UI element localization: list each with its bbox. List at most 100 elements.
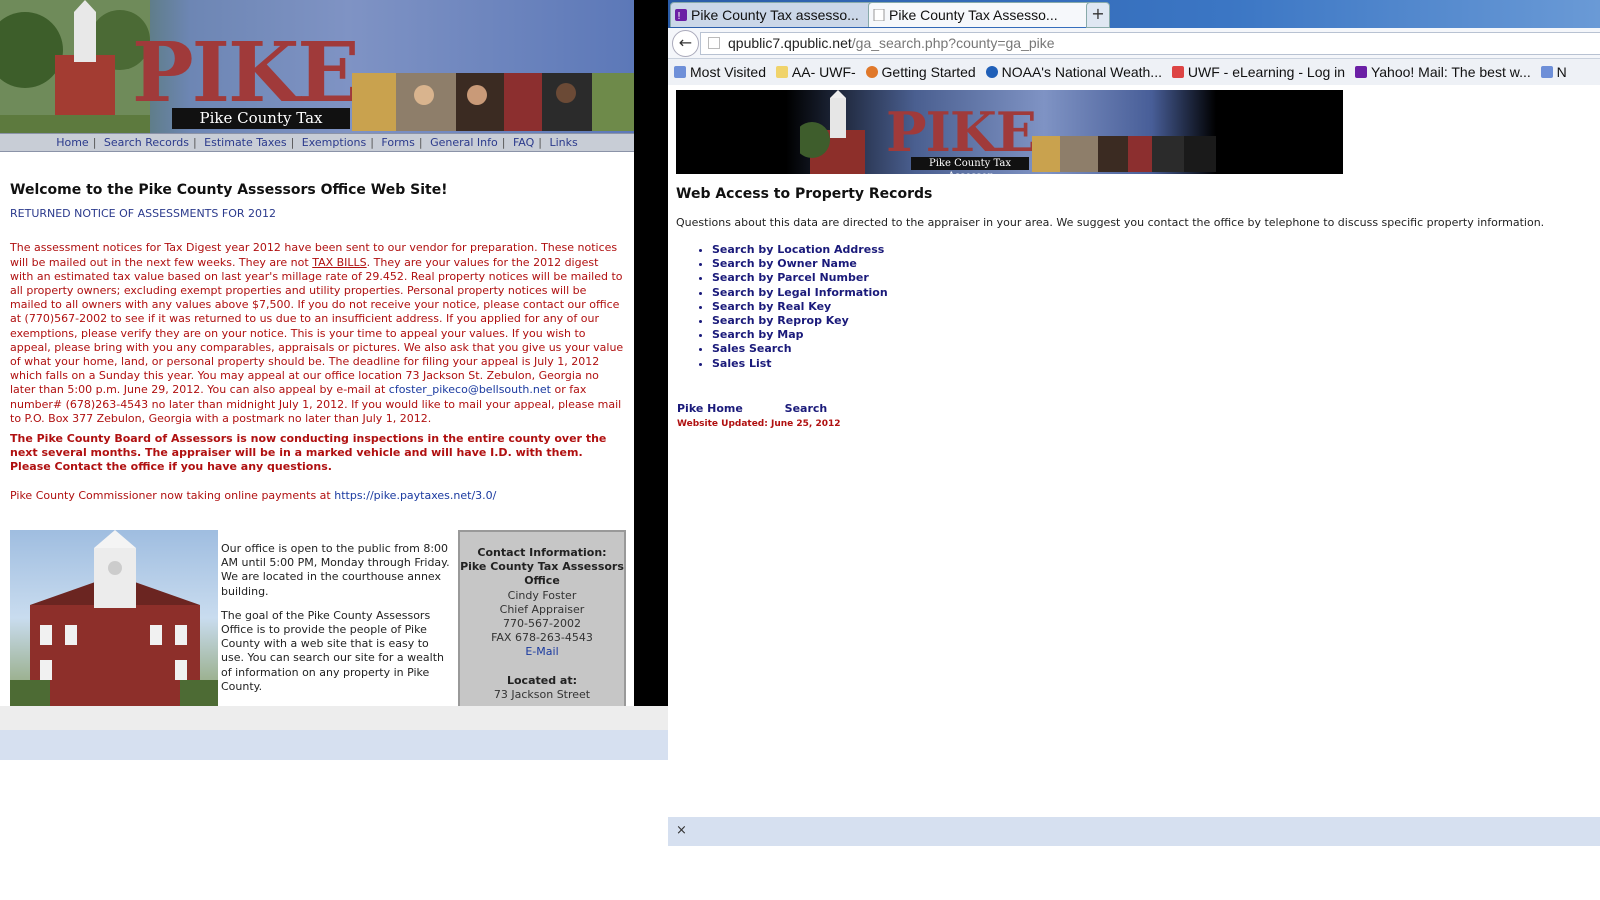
search-by-real-key-link[interactable]: Search by Real Key bbox=[712, 300, 1596, 314]
yahoo-icon: ! bbox=[675, 9, 687, 21]
status-bar: × bbox=[668, 817, 1600, 846]
office-goal: The goal of the Pike County Assessors Of… bbox=[221, 608, 445, 693]
yahoo-icon bbox=[1354, 66, 1367, 78]
bookmark-yahoo-mail[interactable]: Yahoo! Mail: The best w... bbox=[1354, 59, 1531, 85]
website-updated: Website Updated: June 25, 2012 bbox=[677, 419, 841, 429]
office-info: Our office is open to the public from 8:… bbox=[221, 542, 453, 704]
assessment-paragraph: The assessment notices for Tax Digest ye… bbox=[10, 241, 624, 426]
bookmark-label: AA- UWF- bbox=[791, 64, 856, 80]
contact-phone: 770-567-2002 bbox=[503, 617, 581, 631]
tax-bills-text: TAX BILLS bbox=[312, 255, 367, 269]
contact-email-link[interactable]: E-Mail bbox=[460, 645, 624, 659]
left-browser-window: PIKE Pike County Tax Assessor Home| Sear… bbox=[0, 0, 668, 760]
banner-tagline: Pike County Tax Assessor bbox=[911, 157, 1029, 174]
banner-logo: PIKE bbox=[132, 25, 360, 121]
courthouse-illustration bbox=[0, 0, 150, 133]
bookmark-page-icon bbox=[674, 66, 686, 78]
banner-logo: PIKE bbox=[886, 100, 1037, 164]
firefox-icon bbox=[865, 66, 878, 78]
located-heading: Located at: bbox=[506, 673, 577, 687]
svg-text:!: ! bbox=[677, 11, 681, 21]
site-banner: PIKE Pike County Tax Assessor bbox=[0, 0, 634, 133]
elearning-icon bbox=[1171, 66, 1184, 78]
page-title: Web Access to Property Records bbox=[676, 186, 933, 202]
search-links-list: Search by Location Address Search by Own… bbox=[676, 243, 1596, 371]
commissioner-payments: Pike County Commissioner now taking onli… bbox=[10, 489, 624, 503]
bookmark-label: Most Visited bbox=[690, 64, 766, 80]
page-description: Questions about this data are directed t… bbox=[676, 216, 1545, 229]
courthouse-illustration bbox=[800, 90, 865, 174]
search-by-legal-link[interactable]: Search by Legal Information bbox=[712, 286, 1596, 300]
nav-estimate-taxes[interactable]: Estimate Taxes bbox=[204, 136, 286, 149]
tab-label: Pike County Tax Assesso... bbox=[889, 7, 1058, 23]
back-arrow-icon: ← bbox=[678, 33, 693, 52]
bookmark-aa-uwf[interactable]: AA- UWF- bbox=[775, 59, 856, 85]
close-icon[interactable]: × bbox=[676, 823, 687, 838]
office-hours: Our office is open to the public from 8:… bbox=[221, 542, 450, 598]
people-photo-strip bbox=[1032, 136, 1216, 172]
tab-label: Pike County Tax assesso... bbox=[691, 7, 859, 23]
bookmark-getting-started[interactable]: Getting Started bbox=[865, 59, 976, 85]
page-identity-icon bbox=[708, 37, 720, 49]
sales-list-link[interactable]: Sales List bbox=[712, 357, 1596, 371]
welcome-title: Welcome to the Pike County Assessors Off… bbox=[10, 182, 448, 198]
nav-search-records[interactable]: Search Records bbox=[104, 136, 189, 149]
bookmark-label: UWF - eLearning - Log in bbox=[1187, 64, 1346, 80]
located-street: 73 Jackson Street bbox=[493, 687, 591, 701]
tab-pike-county-1[interactable]: ! Pike County Tax assesso... ✕ bbox=[670, 2, 884, 27]
search-by-map-link[interactable]: Search by Map bbox=[712, 328, 1596, 342]
tab-pike-county-2[interactable]: Pike County Tax Assesso... ✕ bbox=[868, 2, 1104, 27]
bookmark-uwf-elearning[interactable]: UWF - eLearning - Log in bbox=[1171, 59, 1346, 85]
nav-links[interactable]: Links bbox=[550, 136, 578, 149]
courthouse-photo bbox=[10, 530, 218, 706]
contact-box: Contact Information: Pike County Tax Ass… bbox=[458, 530, 626, 706]
contact-fax: FAX 678-263-4543 bbox=[491, 631, 593, 645]
contact-office: Pike County Tax Assessors Office bbox=[460, 560, 624, 588]
contact-title: Chief Appraiser bbox=[499, 602, 585, 616]
qpublic-banner: PIKE Pike County Tax Assessor bbox=[676, 90, 1343, 174]
search-by-location-link[interactable]: Search by Location Address bbox=[712, 243, 1596, 257]
bookmark-label: Yahoo! Mail: The best w... bbox=[1370, 64, 1531, 80]
email-link[interactable]: cfoster_pikeco@bellsouth.net bbox=[389, 383, 551, 396]
url-path: /ga_search.php?county=ga_pike bbox=[851, 35, 1055, 51]
nav-forms[interactable]: Forms bbox=[381, 136, 414, 149]
inspection-notice: The Pike County Board of Assessors is no… bbox=[10, 432, 607, 474]
sales-search-link[interactable]: Sales Search bbox=[712, 342, 1596, 356]
property-records-content: Web Access to Property Records Questions… bbox=[676, 182, 1596, 371]
site-nav: Home | Search Records | Estimate Taxes | Ex… bbox=[0, 133, 634, 152]
address-bar[interactable]: qpublic7.qpublic.net/ga_search.php?count… bbox=[700, 32, 1600, 55]
courthouse-image bbox=[10, 530, 218, 706]
bookmark-next[interactable]: N bbox=[1540, 59, 1567, 85]
bookmark-page-icon bbox=[1540, 66, 1553, 78]
assessment-text-2: . They are your values for the 2012 dige… bbox=[10, 255, 624, 397]
search-by-owner-link[interactable]: Search by Owner Name bbox=[712, 257, 1596, 271]
page-icon bbox=[873, 9, 885, 21]
search-by-reprop-key-link[interactable]: Search by Reprop Key bbox=[712, 314, 1596, 328]
contact-name: Cindy Foster bbox=[507, 588, 577, 602]
tab-bar: ! Pike County Tax assesso... ✕ Pike Coun… bbox=[668, 0, 1600, 28]
left-status-bar bbox=[0, 730, 668, 760]
commissioner-text: Pike County Commissioner now taking onli… bbox=[10, 488, 335, 502]
paytaxes-link[interactable]: https://pike.paytaxes.net/3.0/ bbox=[334, 489, 496, 502]
new-tab-button[interactable]: + bbox=[1086, 2, 1110, 28]
bookmark-label: N bbox=[1556, 64, 1567, 80]
main-content: Welcome to the Pike County Assessors Off… bbox=[10, 183, 624, 513]
navigation-bar: ← qpublic7.qpublic.net/ga_search.php?cou… bbox=[668, 28, 1600, 59]
left-window-footer bbox=[0, 706, 668, 730]
bookmark-most-visited[interactable]: Most Visited bbox=[674, 59, 766, 85]
contact-heading: Contact Information: bbox=[477, 546, 607, 559]
bookmark-label: Getting Started bbox=[881, 64, 976, 80]
nav-faq[interactable]: FAQ bbox=[513, 136, 534, 149]
returned-notice-heading: RETURNED NOTICE OF ASSESSMENTS FOR 2012 bbox=[10, 207, 277, 221]
nav-home[interactable]: Home bbox=[56, 136, 88, 149]
search-link[interactable]: Search bbox=[785, 402, 828, 415]
search-by-parcel-link[interactable]: Search by Parcel Number bbox=[712, 271, 1596, 285]
pike-home-link[interactable]: Pike Home bbox=[677, 402, 743, 415]
folder-icon bbox=[775, 66, 788, 78]
back-button[interactable]: ← bbox=[672, 30, 699, 57]
right-browser-window: ! Pike County Tax assesso... ✕ Pike Coun… bbox=[668, 0, 1600, 900]
people-photo-strip bbox=[352, 73, 634, 131]
nav-exemptions[interactable]: Exemptions bbox=[302, 136, 366, 149]
nav-general-info[interactable]: General Info bbox=[430, 136, 498, 149]
bookmark-noaa[interactable]: NOAA's National Weath... bbox=[985, 59, 1162, 85]
